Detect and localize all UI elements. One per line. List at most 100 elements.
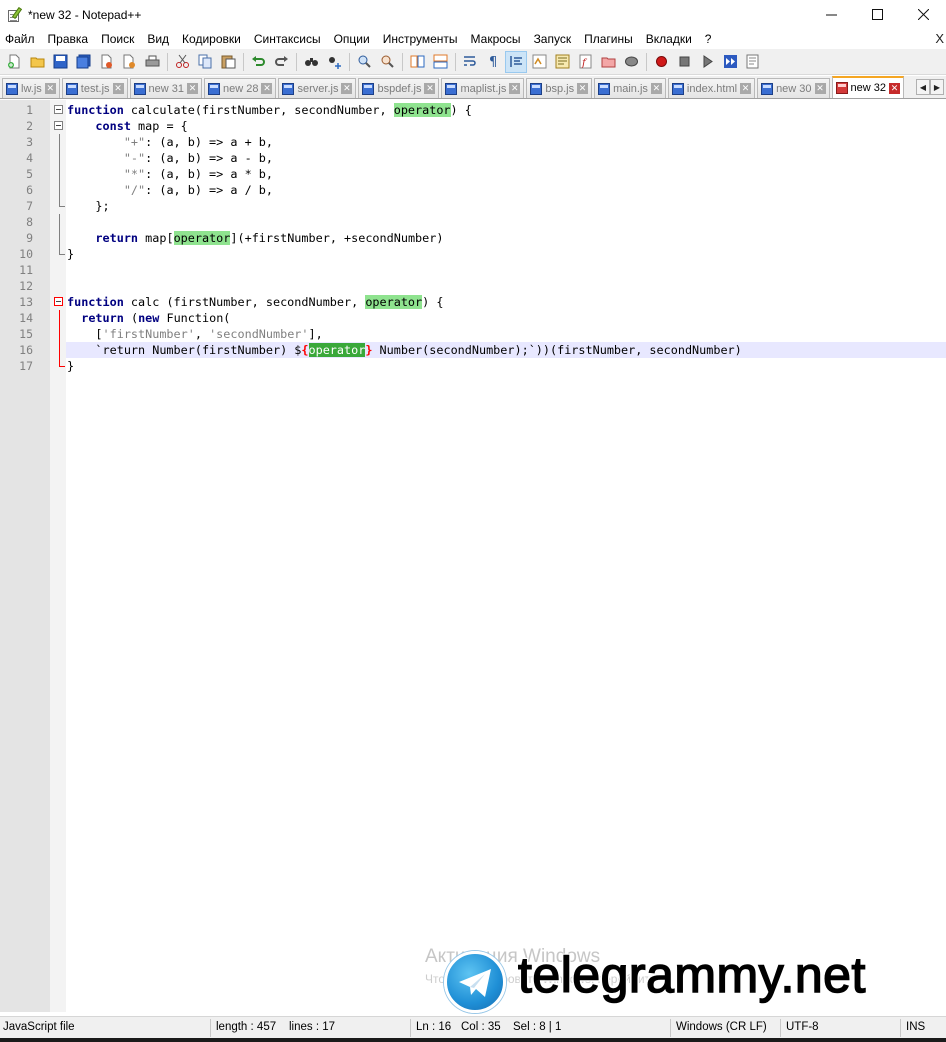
close-all-button[interactable] [118, 51, 140, 73]
folder-workspace-button[interactable] [597, 51, 619, 73]
print-icon [145, 55, 159, 67]
tab-main-js[interactable]: main.js ✕ [594, 78, 666, 98]
tab-new-30[interactable]: new 30 ✕ [757, 78, 830, 98]
undo-button[interactable] [247, 51, 269, 73]
redo-button[interactable] [270, 51, 292, 73]
tab-close-icon[interactable]: ✕ [187, 83, 198, 94]
tab-close-icon[interactable]: ✕ [341, 83, 353, 94]
tab-close-icon[interactable]: ✕ [424, 83, 436, 94]
stop-record-button[interactable] [673, 51, 695, 73]
replace-button[interactable] [323, 51, 345, 73]
stop-icon [679, 56, 689, 67]
menu-run[interactable]: Запуск [528, 32, 579, 46]
paste-button[interactable] [217, 51, 239, 73]
new-file-button[interactable] [3, 51, 25, 73]
menu-edit[interactable]: Правка [42, 32, 96, 46]
open-file-button[interactable] [26, 51, 48, 73]
maximize-button[interactable] [854, 0, 900, 29]
tab-new-31[interactable]: new 31 ✕ [129, 78, 202, 98]
menu-macro[interactable]: Макросы [465, 32, 528, 46]
zoom-in-icon [358, 55, 371, 68]
function-list-button[interactable]: f [574, 51, 596, 73]
code-line: 6 "/": (a, b) => a / b, [0, 182, 946, 198]
tab-bspdef-js[interactable]: bspdef.js ✕ [358, 78, 440, 98]
status-insert-mode[interactable]: INS [903, 1017, 925, 1039]
tab-close-icon[interactable]: ✕ [650, 83, 662, 94]
status-divider [670, 1019, 671, 1037]
play-macro-button[interactable] [696, 51, 718, 73]
code-text: "-": (a, b) => a - b, [123, 151, 273, 165]
tab-close-icon[interactable]: ✕ [814, 83, 826, 94]
show-all-chars-button[interactable]: ¶ [482, 51, 504, 73]
code-line: 12 [0, 278, 946, 294]
notepad-plus-plus-icon [7, 6, 23, 23]
menu-window[interactable]: Вкладки [640, 32, 699, 46]
indent-guide-button[interactable] [505, 50, 527, 73]
word-wrap-icon [463, 56, 476, 66]
tab-test-js[interactable]: test.js ✕ [61, 78, 128, 98]
document-map-button[interactable] [551, 51, 573, 73]
status-eol[interactable]: Windows (CR LF) [673, 1017, 767, 1039]
tab-index-html[interactable]: index.html ✕ [667, 78, 756, 98]
sync-horizontal-button[interactable] [429, 51, 451, 73]
tab-bsp-js[interactable]: bsp.js ✕ [526, 78, 593, 98]
run-macro-multiple-button[interactable] [719, 51, 741, 73]
code-line-current: 16 `return Number(firstNumber) ${operato… [0, 342, 946, 358]
menu-help[interactable]: ? [699, 32, 719, 46]
line-number: 9 [26, 231, 33, 245]
save-macro-button[interactable] [742, 51, 764, 73]
close-file-button[interactable] [95, 51, 117, 73]
zoom-out-button[interactable] [376, 51, 398, 73]
print-button[interactable] [141, 51, 163, 73]
tab-close-icon[interactable]: ✕ [889, 82, 901, 94]
menu-encoding[interactable]: Кодировки [176, 32, 248, 46]
copy-button[interactable] [194, 51, 216, 73]
cut-button[interactable] [171, 51, 193, 73]
status-encoding[interactable]: UTF-8 [783, 1017, 819, 1039]
minimize-button[interactable] [808, 0, 854, 29]
close-window-button[interactable] [900, 0, 946, 29]
menu-search[interactable]: Поиск [95, 32, 141, 46]
menu-settings[interactable]: Опции [328, 32, 377, 46]
record-icon [655, 56, 667, 67]
find-button[interactable] [300, 51, 322, 73]
user-defined-lang-button[interactable] [528, 51, 550, 73]
code-editor[interactable]: 1 function calculate(firstNumber, second… [0, 100, 946, 1012]
save-button[interactable] [49, 51, 71, 73]
tab-close-icon[interactable]: ✕ [261, 83, 273, 94]
monitoring-button[interactable] [620, 51, 642, 73]
tab-new-28[interactable]: new 28 ✕ [204, 78, 277, 98]
tab-maplist-js[interactable]: maplist.js ✕ [441, 78, 525, 98]
menu-tools[interactable]: Инструменты [377, 32, 465, 46]
tab-close-icon[interactable]: ✕ [44, 83, 56, 94]
tab-label: main.js [613, 82, 648, 95]
tab-server-js[interactable]: server.js ✕ [278, 78, 357, 98]
record-macro-button[interactable] [650, 51, 672, 73]
tab-lw-js[interactable]: lw.js ✕ [2, 78, 60, 98]
tab-close-icon[interactable]: ✕ [112, 83, 124, 94]
replace-icon [328, 57, 341, 69]
tab-scroll-left-button[interactable]: ◀ [916, 79, 930, 95]
status-divider [410, 1019, 411, 1037]
pilcrow-icon: ¶ [489, 55, 497, 69]
close-all-icon [123, 54, 135, 69]
tab-scroll-right-button[interactable]: ▶ [930, 79, 944, 95]
close-document-button[interactable]: X [935, 31, 944, 46]
menu-plugins[interactable]: Плагины [578, 32, 640, 46]
zoom-in-button[interactable] [353, 51, 375, 73]
word-wrap-button[interactable] [459, 51, 481, 73]
menu-bar: Файл Правка Поиск Вид Кодировки Синтакси… [0, 29, 946, 49]
menu-view[interactable]: Вид [141, 32, 176, 46]
tab-close-icon[interactable]: ✕ [740, 83, 752, 94]
sync-vertical-button[interactable] [406, 51, 428, 73]
tab-label: new 32 [850, 82, 887, 94]
status-selection: Sel : 8 | 1 [513, 1021, 562, 1033]
tab-close-icon[interactable]: ✕ [577, 83, 589, 94]
toolbar-separator [349, 52, 350, 71]
save-all-button[interactable] [72, 51, 94, 73]
line-number: 13 [19, 295, 33, 309]
menu-language[interactable]: Синтаксисы [248, 32, 328, 46]
tab-close-icon[interactable]: ✕ [509, 83, 521, 94]
menu-file[interactable]: Файл [0, 32, 42, 46]
tab-new-32[interactable]: new 32 ✕ [831, 76, 905, 98]
